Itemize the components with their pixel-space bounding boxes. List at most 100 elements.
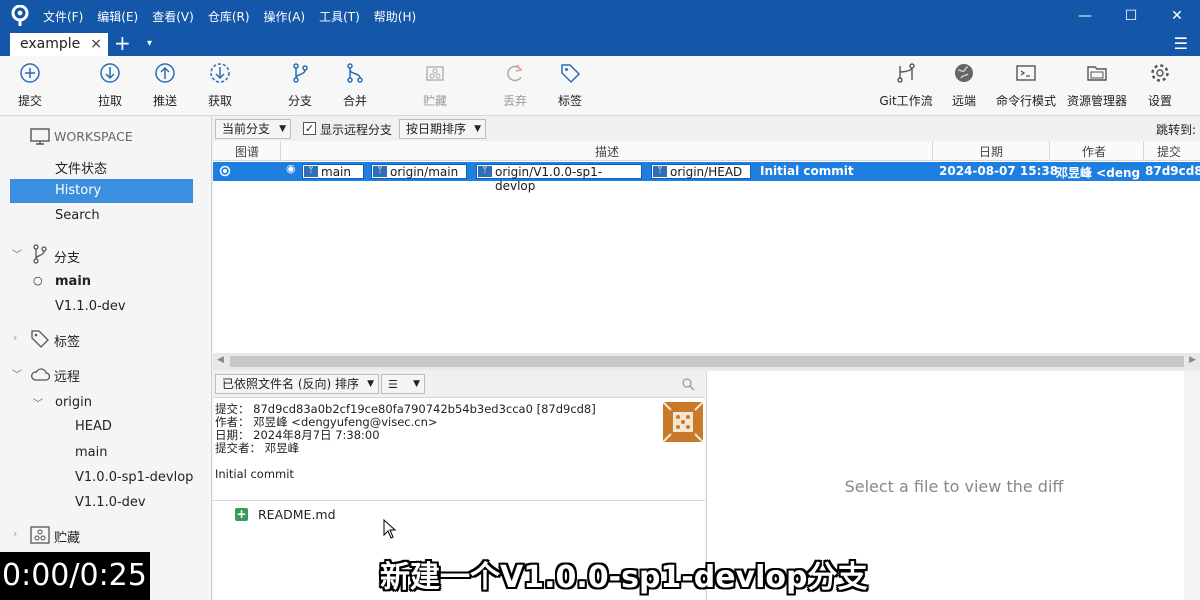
sidebar: WORKSPACE 文件状态 History Search ﹀ 分支 ○ mai…	[0, 117, 212, 600]
tag-label: 标签	[557, 94, 582, 108]
tab-example[interactable]: example ×	[10, 33, 108, 56]
scrollbar-thumb[interactable]	[230, 356, 1184, 367]
branch-icon	[33, 244, 47, 264]
commit-committer-line: 提交者： 邓昱峰	[215, 441, 300, 455]
maximize-icon[interactable]: ☐	[1108, 0, 1154, 32]
pull-button[interactable]: 拉取	[88, 56, 132, 116]
merge-button[interactable]: 合并	[333, 56, 377, 116]
sidebar-item-search[interactable]: Search	[55, 208, 100, 223]
branch-filter-value: 当前分支	[222, 122, 271, 136]
minimize-icon[interactable]: —	[1062, 0, 1108, 32]
search-icon[interactable]	[681, 377, 695, 391]
file-item-readme[interactable]: + README.md	[233, 507, 433, 527]
tag-button[interactable]: 标签	[548, 56, 592, 116]
show-remote-checkbox[interactable]: ✓	[303, 122, 316, 135]
show-remote-label: 显示远程分支	[320, 123, 393, 137]
commit-row[interactable]: ◉ ᛘ main ᛘ origin/main ᛘ origin/V1.0.0-sp1-…	[213, 162, 1200, 193]
push-icon	[155, 63, 175, 83]
file-sort-select[interactable]: 已依照文件名 (反向) 排序 ▼	[215, 374, 379, 394]
explorer-label: 资源管理器	[1066, 94, 1127, 108]
hamburger-menu-icon[interactable]: ☰	[1174, 32, 1188, 56]
diff-vertical-scrollbar[interactable]	[1184, 371, 1200, 600]
scroll-left-icon[interactable]: ◀	[217, 355, 224, 365]
sidebar-remotes-heading[interactable]: 远程	[54, 366, 80, 385]
push-button[interactable]: 推送	[143, 56, 187, 116]
sort-select[interactable]: 按日期排序 ▼	[399, 119, 486, 139]
ref-label-origin-v100-sp1-devlop[interactable]: ᛘ origin/V1.0.0-sp1-devlop	[476, 164, 642, 193]
col-header-commit[interactable]: 提交	[1157, 143, 1181, 160]
sidebar-remote-origin[interactable]: origin	[55, 395, 92, 410]
stashes-chevron-right-icon[interactable]: ›	[13, 527, 17, 540]
close-window-icon[interactable]: ✕	[1154, 0, 1200, 32]
tab-list-chevron-icon[interactable]: ▾	[147, 34, 152, 54]
tab-bar: example × + ▾ ☰	[0, 32, 1200, 56]
col-header-description[interactable]: 描述	[595, 143, 619, 160]
ref-label-main[interactable]: ᛘ main	[302, 164, 364, 179]
commit-button[interactable]: 提交	[8, 56, 52, 116]
chevron-down-icon: ▼	[413, 379, 420, 389]
commit-label: 提交	[17, 94, 42, 108]
sidebar-remote-branch-v100-sp1-devlop[interactable]: V1.0.0-sp1-devlop	[75, 470, 193, 485]
gitflow-button[interactable]: Git工作流	[876, 56, 936, 116]
stash-button[interactable]: 贮藏	[413, 56, 457, 116]
col-header-date[interactable]: 日期	[979, 143, 1003, 160]
branches-chevron-down-icon[interactable]: ﹀	[12, 246, 22, 261]
fetch-button[interactable]: 获取	[198, 56, 242, 116]
tab-label: example	[20, 36, 81, 52]
column-divider[interactable]	[1143, 141, 1144, 161]
discard-button[interactable]: 丢弃	[493, 56, 537, 116]
col-header-graph[interactable]: 图谱	[235, 143, 259, 160]
chevron-down-icon: ▼	[367, 379, 374, 389]
tab-close-icon[interactable]: ×	[90, 33, 102, 56]
scroll-right-icon[interactable]: ▶	[1189, 355, 1196, 365]
menu-edit[interactable]: 编辑(E)	[97, 8, 138, 25]
menu-repository[interactable]: 仓库(R)	[208, 8, 250, 25]
jump-to-label[interactable]: 跳转到:	[1156, 121, 1196, 138]
author-avatar	[663, 402, 703, 442]
ref-label-origin-main[interactable]: ᛘ origin/main	[371, 164, 467, 179]
column-divider[interactable]	[280, 141, 281, 161]
menu-view[interactable]: 查看(V)	[152, 8, 194, 25]
sidebar-item-file-status[interactable]: 文件状态	[55, 158, 107, 177]
column-divider[interactable]	[932, 141, 933, 161]
ref-label-text: origin/V1.0.0-sp1-devlop	[495, 165, 603, 193]
branch-button[interactable]: 分支	[278, 56, 322, 116]
push-label: 推送	[152, 94, 177, 108]
terminal-button[interactable]: 命令行模式	[993, 56, 1059, 116]
video-timestamp: 0:00/0:25	[0, 552, 150, 600]
grid-horizontal-scrollbar[interactable]: ◀ ▶	[213, 353, 1200, 370]
pull-icon	[100, 63, 120, 83]
remote-button[interactable]: 远端	[942, 56, 986, 116]
stash-label: 贮藏	[422, 94, 447, 108]
sidebar-branch-main[interactable]: main	[55, 274, 91, 289]
ref-label-text: origin/main	[390, 165, 459, 179]
sidebar-stashes-heading[interactable]: 贮藏	[54, 527, 80, 546]
sidebar-remote-branch-head[interactable]: HEAD	[75, 419, 112, 434]
menu-file[interactable]: 文件(F)	[43, 8, 83, 25]
sidebar-selection-highlight	[10, 179, 193, 203]
sidebar-item-history[interactable]: History	[55, 183, 101, 198]
sidebar-tags-heading[interactable]: 标签	[54, 331, 80, 350]
sidebar-remote-branch-main[interactable]: main	[75, 445, 107, 460]
new-tab-icon[interactable]: +	[114, 32, 131, 54]
sidebar-remote-branch-v110-dev[interactable]: V1.1.0-dev	[75, 495, 146, 510]
tags-chevron-right-icon[interactable]: ›	[13, 331, 17, 344]
commit-grid: ◉ ᛘ main ᛘ origin/main ᛘ origin/V1.0.0-sp1-…	[213, 161, 1200, 353]
explorer-button[interactable]: 资源管理器	[1064, 56, 1130, 116]
graph-node-icon	[219, 165, 231, 177]
branch-filter-select[interactable]: 当前分支 ▼	[215, 119, 291, 139]
file-sort-value: 已依照文件名 (反向) 排序	[222, 377, 359, 391]
menu-help[interactable]: 帮助(H)	[374, 8, 416, 25]
origin-chevron-down-icon[interactable]: ﹀	[33, 395, 43, 410]
sidebar-branch-v110-dev[interactable]: V1.1.0-dev	[55, 299, 126, 314]
remotes-chevron-down-icon[interactable]: ﹀	[12, 366, 22, 381]
menu-actions[interactable]: 操作(A)	[264, 8, 306, 25]
col-header-author[interactable]: 作者	[1082, 143, 1106, 160]
video-subtitle: 新建一个V1.0.0-sp1-devlop分支	[380, 560, 868, 595]
column-divider[interactable]	[1049, 141, 1050, 161]
settings-button[interactable]: 设置	[1138, 56, 1182, 116]
menu-tools[interactable]: 工具(T)	[319, 8, 360, 25]
view-mode-select[interactable]: ☰ ▼	[381, 374, 425, 394]
sidebar-branches-heading[interactable]: 分支	[54, 247, 80, 266]
ref-label-origin-head[interactable]: ᛘ origin/HEAD	[651, 164, 751, 179]
